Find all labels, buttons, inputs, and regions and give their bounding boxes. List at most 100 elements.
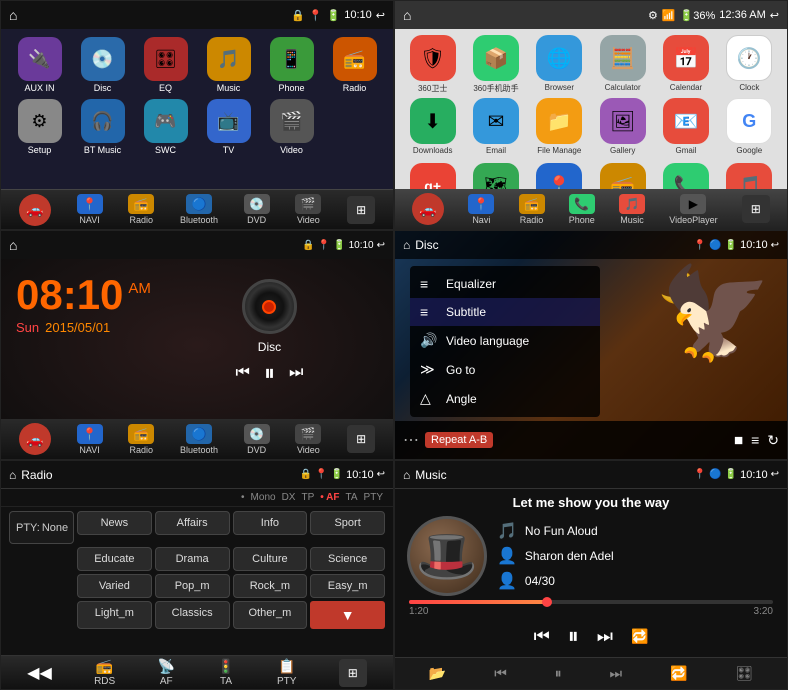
radio-btn-sport[interactable]: Sport: [310, 511, 385, 535]
stop-button-p4[interactable]: ⏹: [734, 430, 743, 451]
menu-subtitle[interactable]: ≡ Subtitle: [410, 298, 600, 326]
menu-goto[interactable]: ≫ Go to: [410, 355, 600, 384]
nav-navi-label-p2: Navi: [472, 215, 490, 225]
mf-play-icon[interactable]: ⏸: [555, 665, 562, 682]
app-bt-music[interactable]: 🎧 BT Music: [74, 99, 131, 155]
radio-btn-otherm[interactable]: Other_m: [233, 601, 308, 629]
nav-car-button[interactable]: 🚗: [19, 194, 51, 226]
app-phone[interactable]: 📱 Phone: [263, 37, 320, 93]
app-360helper[interactable]: 📦 360手机助手: [466, 35, 525, 94]
play-pause-button-p6[interactable]: ⏸: [568, 623, 579, 649]
grid-button-p1[interactable]: ⊞: [347, 196, 375, 224]
nav-video[interactable]: 🎬 Video: [295, 194, 321, 225]
album-art-icon: 🎩: [416, 527, 478, 586]
app-swc[interactable]: 🎮 SWC: [137, 99, 194, 155]
nav-dvd[interactable]: 💿 DVD: [244, 194, 270, 225]
app-label-360helper: 360手机助手: [473, 83, 518, 94]
app-setup[interactable]: ⚙ Setup: [11, 99, 68, 155]
radio-btn-classics[interactable]: Classics: [155, 601, 230, 629]
grid-button-p2[interactable]: ⊞: [742, 195, 770, 223]
mf-next-icon[interactable]: ⏭: [610, 665, 623, 682]
nav-radio-p2[interactable]: 📻 Radio: [519, 194, 545, 225]
nav-car-p2[interactable]: 🚗: [412, 193, 444, 225]
app-clock[interactable]: 🕐 Clock: [720, 35, 779, 94]
app-browser[interactable]: 🌐 Browser: [530, 35, 589, 94]
menu-angle[interactable]: △ Angle: [410, 384, 600, 413]
repeat-button-p6[interactable]: 🔁: [631, 628, 648, 645]
nav-navi[interactable]: 📍 NAVI: [77, 194, 103, 225]
radio-btn-news[interactable]: News: [77, 511, 152, 535]
back-icon-p3[interactable]: ↩: [377, 240, 385, 251]
vol-down-icon[interactable]: ◀◀: [27, 663, 52, 683]
back-icon-p6[interactable]: ↩: [771, 469, 779, 480]
mf-repeat-icon[interactable]: 🔁: [670, 665, 687, 682]
next-button-p6[interactable]: ⏭: [597, 626, 613, 647]
app-downloads[interactable]: ⬇ Downloads: [403, 98, 462, 155]
scroll-down-button[interactable]: ▼: [310, 601, 385, 629]
app-calendar[interactable]: 📅 Calendar: [656, 35, 715, 94]
list-button-p4[interactable]: ≡: [751, 432, 759, 448]
radio-btn-popm[interactable]: Pop_m: [155, 574, 230, 598]
nav-music-p2[interactable]: 🎵 Music: [619, 194, 645, 225]
radio-btn-educate[interactable]: Educate: [77, 547, 152, 571]
next-button-p3[interactable]: ⏭: [289, 364, 303, 382]
app-email[interactable]: ✉ Email: [466, 98, 525, 155]
app-google[interactable]: G Google: [720, 98, 779, 155]
menu-video-lang[interactable]: 🔊 Video language: [410, 326, 600, 355]
menu-equalizer[interactable]: ≡ Equalizer: [410, 270, 600, 298]
app-video[interactable]: 🎬 Video: [263, 99, 320, 155]
radio-btn-affairs[interactable]: Affairs: [155, 511, 230, 535]
mf-prev-icon[interactable]: ⏮: [494, 665, 507, 682]
radio-btn-science[interactable]: Science: [310, 547, 385, 571]
app-disc[interactable]: 💿 Disc: [74, 37, 131, 93]
app-eq[interactable]: 🎛 EQ: [137, 37, 194, 93]
nav-radio-p3[interactable]: 📻 Radio: [128, 424, 154, 455]
nav-bt-p3[interactable]: 🔵 Bluetooth: [180, 424, 218, 455]
back-icon-p4[interactable]: ↩: [771, 240, 779, 251]
nav-car-p3[interactable]: 🚗: [19, 423, 51, 455]
prev-button-p6[interactable]: ⏮: [534, 626, 550, 647]
grid-button-p5[interactable]: ⊞: [339, 659, 367, 687]
back-icon[interactable]: ↩: [376, 9, 385, 22]
grid-button-p3[interactable]: ⊞: [347, 425, 375, 453]
nav-af[interactable]: 📡 AF: [158, 658, 175, 687]
repeat-ab-button[interactable]: Repeat A-B: [425, 432, 493, 448]
radio-btn-drama[interactable]: Drama: [155, 547, 230, 571]
menu-btn-p4[interactable]: ⋯: [403, 430, 419, 450]
radio-btn-info[interactable]: Info: [233, 511, 308, 535]
nav-video-p3[interactable]: 🎬 Video: [295, 424, 321, 455]
nav-phone-p2[interactable]: 📞 Phone: [569, 194, 595, 225]
nav-ta[interactable]: 🚦 TA: [217, 658, 234, 687]
nav-videoplayer-p2[interactable]: ▶ VideoPlayer: [669, 194, 717, 225]
app-aux-in[interactable]: 🔌 AUX IN: [11, 37, 68, 93]
panel-music: ⌂ Music 📍 🔵 🔋 10:10 ↩ Let me show you th…: [394, 460, 788, 690]
nav-rds[interactable]: 📻 RDS: [94, 658, 115, 687]
app-360ws[interactable]: 🛡 360卫士: [403, 35, 462, 94]
app-tv[interactable]: 📺 TV: [200, 99, 257, 155]
nav-navi-p2[interactable]: 📍 Navi: [468, 194, 494, 225]
shuffle-button-p4[interactable]: ↻: [767, 432, 779, 449]
radio-btn-lightm[interactable]: Light_m: [77, 601, 152, 629]
app-gmail[interactable]: 📧 Gmail: [656, 98, 715, 155]
app-calculator[interactable]: 🧮 Calculator: [593, 35, 652, 94]
indicator-dx: DX: [282, 492, 296, 503]
nav-bluetooth[interactable]: 🔵 Bluetooth: [180, 194, 218, 225]
radio-btn-easym[interactable]: Easy_m: [310, 574, 385, 598]
prev-button-p3[interactable]: ⏮: [236, 364, 250, 382]
nav-navi-p3[interactable]: 📍 NAVI: [77, 424, 103, 455]
nav-radio[interactable]: 📻 Radio: [128, 194, 154, 225]
radio-btn-rockm[interactable]: Rock_m: [233, 574, 308, 598]
back-icon-p5[interactable]: ↩: [377, 469, 385, 480]
radio-btn-culture[interactable]: Culture: [233, 547, 308, 571]
folder-icon[interactable]: 📂: [429, 665, 446, 682]
app-gallery[interactable]: 🖼 Gallery: [593, 98, 652, 155]
play-pause-button-p3[interactable]: ⏸: [264, 360, 275, 386]
nav-dvd-p3[interactable]: 💿 DVD: [244, 424, 270, 455]
app-radio[interactable]: 📻 Radio: [326, 37, 383, 93]
app-music[interactable]: 🎵 Music: [200, 37, 257, 93]
nav-pty[interactable]: 📋 PTY: [277, 658, 296, 687]
back-icon-p2[interactable]: ↩: [770, 9, 779, 22]
radio-btn-varied[interactable]: Varied: [77, 574, 152, 598]
mf-eq-icon[interactable]: 🎛: [735, 665, 753, 682]
app-file-manager[interactable]: 📁 File Manage: [530, 98, 589, 155]
